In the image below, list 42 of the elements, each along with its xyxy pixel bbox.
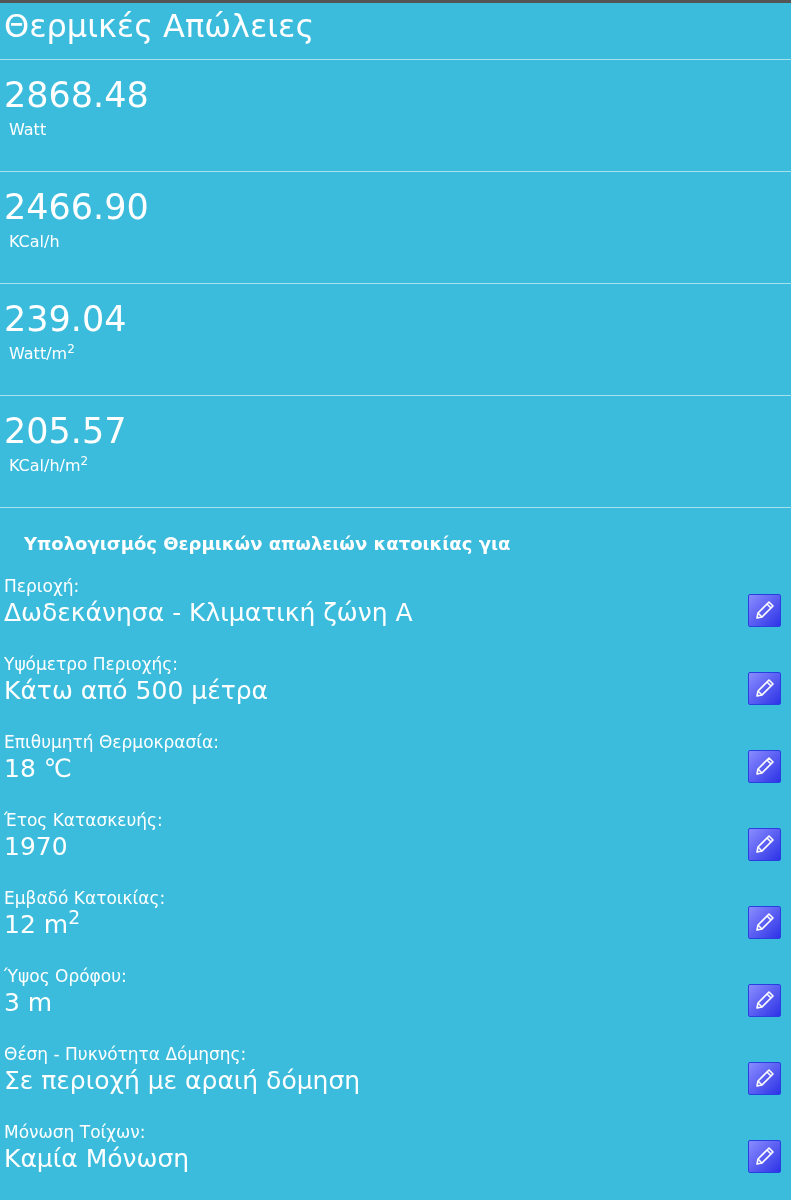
edit-button[interactable] [748,827,781,861]
edit-button[interactable] [748,983,781,1017]
pencil-icon [753,989,776,1012]
result-value: 205.57 [4,410,128,454]
pencil-icon [753,599,776,622]
field-label: Εμβαδό Κατοικίας: [4,888,166,909]
field-label: Έτος Κατασκευής: [4,810,163,831]
edit-button[interactable] [748,749,781,783]
result-unit: KCal/h [9,232,60,252]
pencil-icon [753,755,776,778]
field-value: Κάτω από 500 μέτρα [4,676,269,706]
pencil-icon [753,1067,776,1090]
field-label: Ύψος Ορόφου: [4,966,127,987]
pencil-icon [753,911,776,934]
page-title: Θερμικές Απώλειες [0,3,791,61]
edit-button[interactable] [748,905,781,939]
pencil-icon [753,1145,776,1168]
result-unit: Watt/m$^{2}$ [9,344,75,364]
field-value: 18 ℃ [4,754,72,784]
field-label: Θέση - Πυκνότητα Δόμησης: [4,1044,247,1065]
field-label: Μόνωση Τοίχων: [4,1122,146,1143]
result-unit: KCal/h/m$^{2}$ [9,456,89,476]
pencil-icon [753,833,776,856]
field-value: Σε περιοχή με αραιή δόμηση [4,1066,361,1096]
section-heading: Υπολογισμός Θερμικών απωλειών κατοικίας για [23,532,512,557]
field-value: 3 m [4,988,53,1018]
field-label: Περιοχή: [4,576,80,597]
field-label: Υψόμετρο Περιοχής: [4,654,179,675]
field-label: Επιθυμητή Θερμοκρασία: [4,732,220,753]
pencil-icon [753,677,776,700]
field-value: 1970 [4,832,68,862]
field-value: 12 m$^{2}$ [4,910,81,940]
result-value: 2466.90 [4,186,150,230]
result-unit: Watt [9,120,47,140]
field-value: Δωδεκάνησα - Κλιματική ζώνη Α [4,598,413,628]
edit-button[interactable] [748,593,781,627]
field-value: Καμία Μόνωση [4,1144,190,1174]
edit-button[interactable] [748,1061,781,1095]
edit-button[interactable] [748,1139,781,1173]
result-value: 2868.48 [4,74,150,118]
result-value: 239.04 [4,298,128,342]
edit-button[interactable] [748,671,781,705]
